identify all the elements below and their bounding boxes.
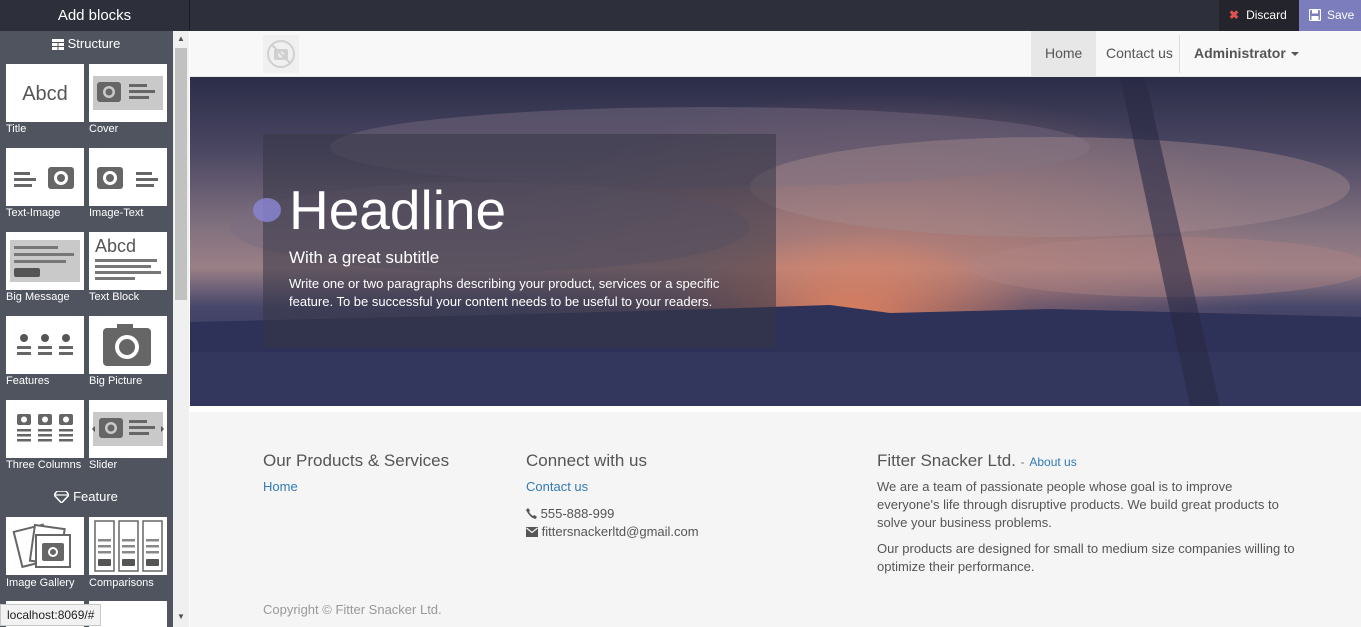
footer-about-link[interactable]: About us bbox=[1029, 455, 1076, 469]
block-image-text-label: Image-Text bbox=[89, 207, 144, 219]
block-slider-label: Slider bbox=[89, 459, 118, 471]
text-block-thumbnail: Abcd bbox=[95, 236, 161, 280]
footer-email: fittersnackerltd@gmail.com bbox=[526, 523, 699, 541]
hero-description[interactable]: Write one or two paragraphs describing y… bbox=[289, 275, 739, 311]
block-three-columns-label: Three Columns bbox=[6, 459, 82, 471]
block-image-gallery[interactable] bbox=[6, 517, 84, 575]
site-footer: Our Products & Services Home Connect wit… bbox=[190, 406, 1361, 627]
user-menu-label: Administrator bbox=[1194, 45, 1286, 61]
footer-home-link[interactable]: Home bbox=[263, 479, 298, 494]
svg-text:Abcd: Abcd bbox=[95, 236, 136, 256]
footer-about-text-1: We are a team of passionate people whose… bbox=[877, 479, 1279, 530]
floppy-disk-icon bbox=[1308, 8, 1322, 22]
structure-label: Structure bbox=[67, 36, 121, 51]
features-thumbnail bbox=[17, 334, 73, 355]
block-image-text[interactable] bbox=[89, 148, 167, 206]
block-big-message-label: Big Message bbox=[6, 291, 70, 303]
image-text-thumbnail bbox=[97, 167, 158, 189]
block-title[interactable]: Abcd bbox=[6, 64, 84, 122]
svg-text:Abcd: Abcd bbox=[22, 83, 68, 105]
block-slider[interactable] bbox=[89, 400, 167, 458]
footer-products-title: Our Products & Services bbox=[263, 451, 450, 470]
block-text-image-label: Text-Image bbox=[6, 207, 61, 219]
nav-contact-us[interactable]: Contact us bbox=[1092, 31, 1187, 77]
drag-handle-icon[interactable] bbox=[252, 197, 282, 223]
big-picture-thumbnail bbox=[103, 324, 151, 366]
block-text-image[interactable] bbox=[6, 148, 84, 206]
block-big-picture-label: Big Picture bbox=[89, 375, 143, 387]
block-big-picture[interactable] bbox=[89, 316, 167, 374]
hero-cover-section[interactable]: Headline With a great subtitle Write one… bbox=[190, 77, 1361, 406]
block-image-gallery-label: Image Gallery bbox=[6, 577, 75, 589]
block-cover[interactable] bbox=[89, 64, 167, 122]
editor-topbar: Add blocks ✖ Discard Save bbox=[0, 0, 1361, 31]
block-text-block[interactable]: Abcd bbox=[89, 232, 167, 290]
block-features-label: Features bbox=[6, 375, 50, 387]
discard-x-icon: ✖ bbox=[1229, 8, 1240, 22]
title-abcd-thumbnail: Abcd bbox=[22, 83, 68, 105]
block-comparisons-label: Comparisons bbox=[89, 577, 154, 589]
add-blocks-title: Add blocks bbox=[57, 7, 132, 24]
discard-button[interactable]: ✖ Discard bbox=[1219, 0, 1299, 31]
structure-section-title: Structure bbox=[0, 36, 172, 51]
diamond-icon bbox=[53, 490, 71, 505]
envelope-icon bbox=[526, 527, 538, 537]
block-features[interactable] bbox=[6, 316, 84, 374]
block-title-label: Title bbox=[6, 123, 27, 135]
scroll-up-arrow-icon[interactable]: ▲ bbox=[173, 31, 189, 47]
big-message-thumbnail bbox=[10, 240, 80, 282]
footer-about-text-2: Our products are designed for small to m… bbox=[877, 541, 1295, 574]
logo-placeholder-icon[interactable] bbox=[263, 35, 299, 73]
website-preview: Home Contact us Administrator Headline W… bbox=[190, 31, 1361, 627]
table-grid-icon bbox=[51, 39, 64, 50]
about-separator: - bbox=[1020, 455, 1025, 469]
block-three-columns[interactable] bbox=[6, 400, 84, 458]
block-cover-label: Cover bbox=[89, 123, 119, 135]
block-text-block-label: Text Block bbox=[89, 291, 140, 303]
feature-section-title: Feature bbox=[0, 489, 172, 505]
sidebar-scroll-thumb[interactable] bbox=[175, 48, 187, 300]
hero-text-box[interactable]: Headline With a great subtitle Write one… bbox=[263, 134, 776, 348]
save-label: Save bbox=[1327, 8, 1355, 22]
slider-thumbnail bbox=[92, 412, 164, 446]
cover-thumbnail bbox=[93, 76, 163, 110]
three-columns-thumbnail bbox=[17, 414, 73, 442]
nav-user-menu[interactable]: Administrator bbox=[1180, 31, 1313, 77]
image-gallery-thumbnail bbox=[12, 523, 71, 569]
topbar-divider bbox=[189, 0, 190, 31]
text-image-thumbnail bbox=[14, 167, 74, 189]
hero-headline[interactable]: Headline bbox=[289, 180, 506, 240]
comparisons-thumbnail bbox=[94, 520, 163, 572]
company-name: Fitter Snacker Ltd. bbox=[877, 451, 1016, 470]
footer-connect-title: Connect with us bbox=[526, 451, 647, 470]
footer-copyright: Copyright © Fitter Snacker Ltd. bbox=[263, 602, 442, 617]
save-button[interactable]: Save bbox=[1299, 0, 1361, 31]
email-address: fittersnackerltd@gmail.com bbox=[541, 524, 699, 539]
browser-status-url: localhost:8069/# bbox=[0, 604, 102, 626]
block-big-message[interactable] bbox=[6, 232, 84, 290]
phone-icon bbox=[526, 508, 537, 519]
scroll-down-arrow-icon[interactable]: ▼ bbox=[173, 609, 189, 625]
footer-phone: 555-888-999 bbox=[526, 505, 614, 523]
blocks-sidebar: Structure Abcd Title Cover Text-Image Im… bbox=[0, 31, 189, 627]
feature-label: Feature bbox=[73, 489, 118, 504]
footer-company-title: Fitter Snacker Ltd. - About us bbox=[877, 451, 1077, 471]
phone-number: 555-888-999 bbox=[540, 506, 615, 521]
nav-home[interactable]: Home bbox=[1031, 31, 1097, 77]
discard-label: Discard bbox=[1246, 8, 1287, 22]
block-comparisons[interactable] bbox=[89, 517, 167, 575]
caret-down-icon bbox=[1290, 52, 1299, 56]
hero-subtitle[interactable]: With a great subtitle bbox=[289, 248, 439, 268]
footer-contact-link[interactable]: Contact us bbox=[526, 479, 588, 494]
site-navbar: Home Contact us Administrator bbox=[190, 31, 1361, 77]
